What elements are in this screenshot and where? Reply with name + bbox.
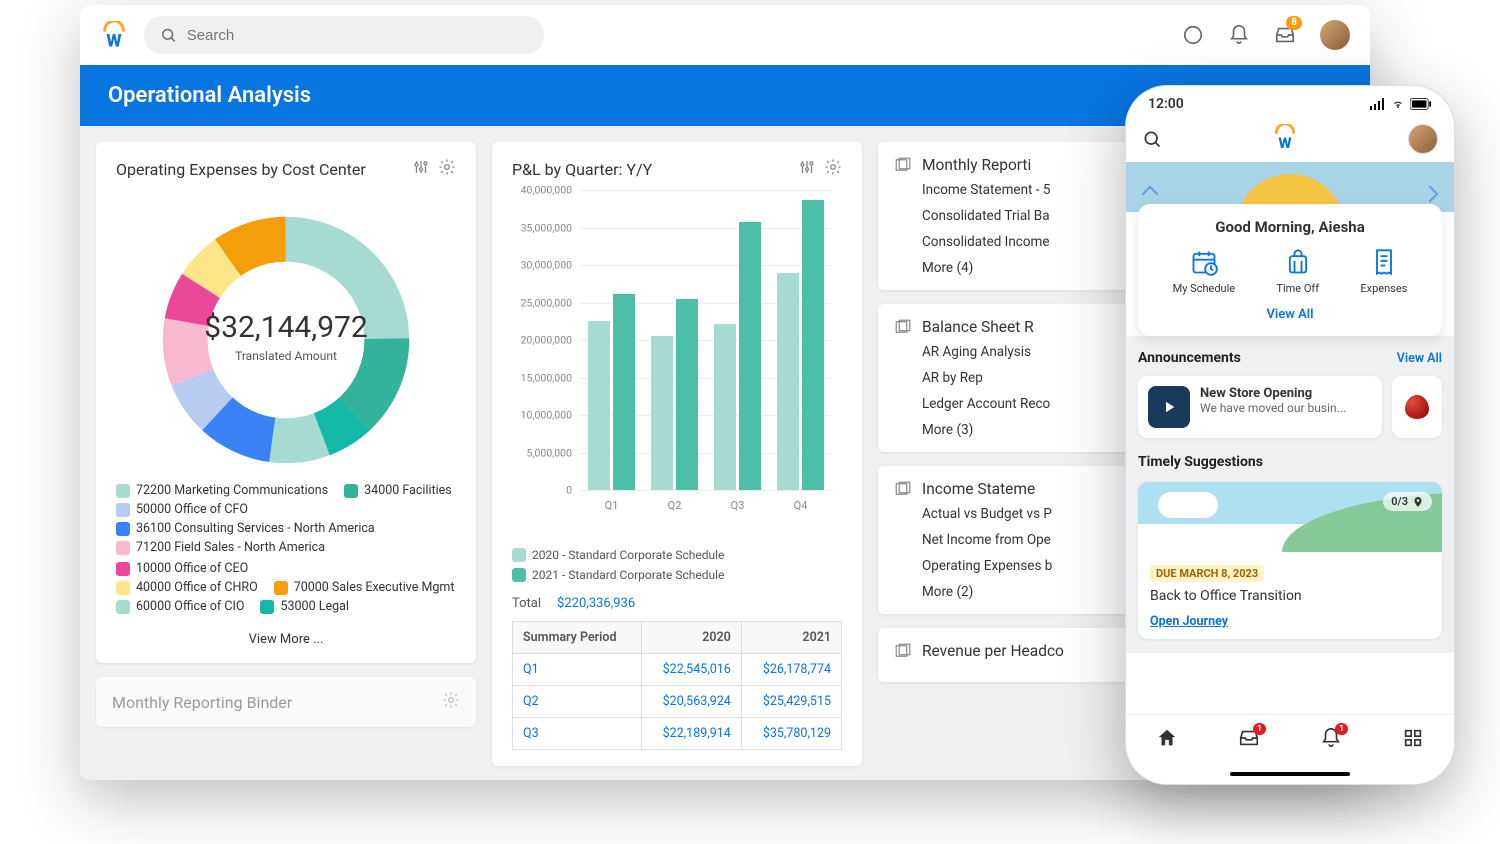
bar[interactable]	[613, 294, 635, 490]
legend-item[interactable]: 60000 Office of CIO	[116, 599, 244, 614]
legend-item[interactable]: 53000 Legal	[260, 599, 348, 614]
total-label: Total	[512, 596, 541, 611]
inbox-badge: 8	[1286, 16, 1302, 30]
announcement-card[interactable]: New Store Opening We have moved our busi…	[1138, 376, 1382, 438]
table-row[interactable]: Q1$22,545,016$26,178,774	[513, 654, 842, 686]
signal-icon	[1370, 98, 1386, 110]
view-all-link[interactable]: View All	[1397, 351, 1442, 366]
section-title: Balance Sheet R	[922, 318, 1034, 336]
receipt-icon	[1370, 248, 1398, 276]
th-2020: 2020	[641, 622, 741, 654]
legend-2020: 2020 - Standard Corporate Schedule	[532, 548, 724, 562]
section-title: Revenue per Headco	[922, 642, 1064, 660]
tab-bell[interactable]: 1	[1320, 727, 1342, 753]
avatar[interactable]	[1408, 124, 1438, 154]
legend-item[interactable]: 71200 Field Sales - North America	[116, 540, 325, 555]
due-badge: DUE MARCH 8, 2023	[1150, 565, 1264, 582]
search-box[interactable]	[144, 16, 544, 54]
suggestion-title: Back to Office Transition	[1150, 588, 1430, 604]
bar[interactable]	[777, 273, 799, 491]
view-all-link[interactable]: View All	[1152, 307, 1428, 322]
bar[interactable]	[714, 324, 736, 490]
shortcut-my-schedule[interactable]: My Schedule	[1173, 248, 1236, 295]
legend-item[interactable]: 50000 Office of CFO	[116, 502, 248, 517]
avatar[interactable]	[1320, 20, 1350, 50]
mobile-time: 12:00	[1148, 96, 1184, 112]
donut-title: Operating Expenses by Cost Center	[116, 160, 366, 179]
total-value[interactable]: $220,336,936	[557, 596, 635, 611]
bar[interactable]	[651, 336, 673, 490]
heart-icon	[1405, 395, 1429, 419]
shortcut-expenses[interactable]: Expenses	[1360, 248, 1407, 295]
play-icon	[1148, 386, 1190, 428]
mobile-device: 12:00 W Good Morning, Aiesha My Schedule	[1125, 85, 1455, 785]
sliders-icon[interactable]	[412, 158, 430, 180]
location-icon	[1412, 496, 1424, 508]
mobile-greeting: Good Morning, Aiesha	[1152, 218, 1428, 236]
svg-text:W: W	[106, 32, 121, 49]
suitcase-icon	[1284, 248, 1312, 276]
summary-table: Summary Period 2020 2021 Q1$22,545,016$2…	[512, 621, 842, 750]
bell-badge: 1	[1335, 723, 1348, 735]
inbox-badge: 1	[1253, 723, 1266, 735]
topbar: W 8	[80, 5, 1370, 65]
section-title: Monthly Reporti	[922, 156, 1031, 174]
search-icon	[160, 26, 177, 44]
legend-item[interactable]: 72200 Marketing Communications	[116, 483, 328, 498]
pl-bar-chart: 05,000,00010,000,00015,000,00020,000,000…	[512, 190, 842, 520]
pl-title: P&L by Quarter: Y/Y	[512, 160, 652, 179]
announcement-title: New Store Opening	[1200, 386, 1346, 401]
legend-item[interactable]: 36100 Consulting Services - North Americ…	[116, 521, 375, 536]
announcement-card[interactable]	[1392, 376, 1442, 438]
tab-home[interactable]	[1156, 727, 1178, 753]
chat-icon[interactable]	[1182, 24, 1204, 46]
announcements-heading: Announcements	[1138, 350, 1241, 366]
workday-logo[interactable]: W	[1272, 124, 1298, 154]
suggestion-card[interactable]: 0/3 DUE MARCH 8, 2023 Back to Office Tra…	[1138, 482, 1442, 639]
bar[interactable]	[588, 321, 610, 490]
inbox-icon[interactable]: 8	[1274, 24, 1296, 46]
search-input[interactable]	[187, 27, 528, 44]
table-row[interactable]: Q2$20,563,924$25,429,515	[513, 686, 842, 718]
tab-apps[interactable]	[1402, 727, 1424, 753]
legend-item[interactable]: 40000 Office of CHRO	[116, 580, 258, 595]
timely-heading: Timely Suggestions	[1138, 454, 1263, 470]
progress-badge: 0/3	[1383, 492, 1432, 511]
gear-icon[interactable]	[438, 158, 456, 180]
bar[interactable]	[802, 200, 824, 490]
shortcut-time-off[interactable]: Time Off	[1276, 248, 1319, 295]
card-pl-by-quarter: P&L by Quarter: Y/Y 05,000,00010,000,000…	[492, 142, 862, 766]
sliders-icon[interactable]	[798, 158, 816, 180]
gear-icon[interactable]	[824, 158, 842, 180]
gear-icon[interactable]	[442, 691, 460, 713]
workday-logo[interactable]: W	[100, 21, 128, 49]
donut-chart	[146, 200, 426, 480]
mobile-status-bar: 12:00	[1126, 86, 1454, 116]
tab-inbox[interactable]: 1	[1238, 727, 1260, 753]
th-2021: 2021	[741, 622, 841, 654]
card-operating-expenses: Operating Expenses by Cost Center	[96, 142, 476, 663]
legend-2021: 2021 - Standard Corporate Schedule	[532, 568, 724, 582]
wifi-icon	[1390, 98, 1406, 110]
binder-title: Monthly Reporting Binder	[112, 693, 292, 712]
announcement-sub: We have moved our busin...	[1200, 401, 1346, 415]
mobile-greeting-card: Good Morning, Aiesha My Schedule Time Of…	[1138, 204, 1442, 336]
th-period: Summary Period	[513, 622, 642, 654]
calendar-icon	[1190, 248, 1218, 276]
bar[interactable]	[676, 299, 698, 490]
bell-icon[interactable]	[1228, 24, 1250, 46]
legend-item[interactable]: 70000 Sales Executive Mgmt	[274, 580, 455, 595]
table-row[interactable]: Q3$22,189,914$35,780,129	[513, 718, 842, 750]
section-title: Income Stateme	[922, 480, 1035, 498]
donut-legend: 72200 Marketing Communications 34000 Faci…	[116, 483, 456, 618]
svg-text:W: W	[1278, 134, 1291, 150]
bar[interactable]	[739, 222, 761, 490]
view-more-link[interactable]: View More ...	[116, 632, 456, 647]
battery-icon	[1410, 98, 1432, 110]
legend-item[interactable]: 10000 Office of CEO	[116, 561, 248, 576]
open-journey-link[interactable]: Open Journey	[1150, 614, 1430, 629]
search-icon[interactable]	[1142, 129, 1162, 149]
legend-item[interactable]: 34000 Facilities	[344, 483, 452, 498]
